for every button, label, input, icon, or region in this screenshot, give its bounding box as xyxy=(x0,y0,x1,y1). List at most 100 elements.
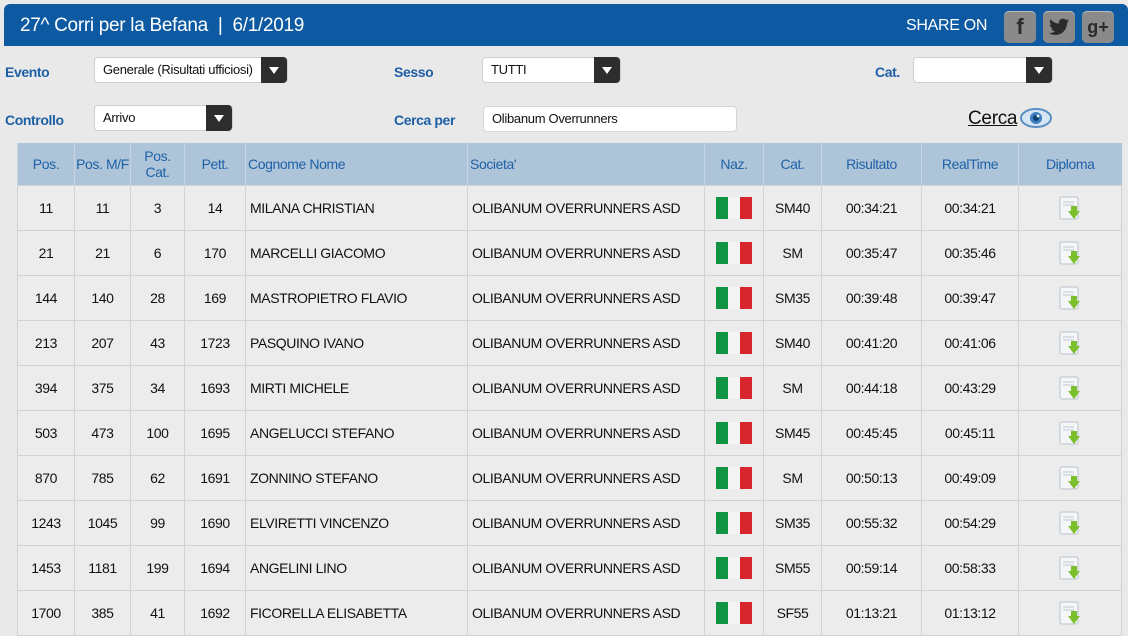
cell-realtime: 00:35:46 xyxy=(921,230,1019,276)
cell-poscat: 62 xyxy=(130,455,185,501)
cell-naz xyxy=(704,545,764,591)
cell-naz xyxy=(704,590,764,636)
cell-societa: OLIBANUM OVERRUNNERS ASD xyxy=(467,185,705,231)
cell-posmf: 21 xyxy=(74,230,131,276)
cell-cat: SM xyxy=(763,230,822,276)
cell-societa: OLIBANUM OVERRUNNERS ASD xyxy=(467,410,705,456)
cell-realtime: 00:54:29 xyxy=(921,500,1019,546)
results-table: Pos. Pos. M/F Pos. Cat. Pett. Cognome No… xyxy=(17,143,1122,636)
download-diploma-icon[interactable] xyxy=(1057,555,1083,581)
cell-pos: 1243 xyxy=(17,500,75,546)
cell-societa: OLIBANUM OVERRUNNERS ASD xyxy=(467,500,705,546)
cell-pett: 1692 xyxy=(184,590,246,636)
cell-diploma xyxy=(1018,365,1122,411)
col-pos-mf[interactable]: Pos. M/F xyxy=(74,143,131,186)
chevron-down-icon[interactable] xyxy=(1026,57,1052,83)
download-diploma-icon[interactable] xyxy=(1057,240,1083,266)
cell-nome: MARCELLI GIACOMO xyxy=(245,230,468,276)
italy-flag-icon xyxy=(716,242,752,264)
italy-flag-icon xyxy=(716,377,752,399)
eye-icon[interactable] xyxy=(1019,105,1053,131)
cell-cat: SM45 xyxy=(763,410,822,456)
italy-flag-icon xyxy=(716,602,752,624)
download-diploma-icon[interactable] xyxy=(1057,285,1083,311)
download-diploma-icon[interactable] xyxy=(1057,465,1083,491)
cell-realtime: 00:58:33 xyxy=(921,545,1019,591)
cell-nome: ZONNINO STEFANO xyxy=(245,455,468,501)
download-diploma-icon[interactable] xyxy=(1057,420,1083,446)
cell-pos: 394 xyxy=(17,365,75,411)
cell-naz xyxy=(704,410,764,456)
table-row: 870 785 62 1691 ZONNINO STEFANO OLIBANUM OVER… xyxy=(17,455,1122,501)
col-risultato[interactable]: Risultato xyxy=(821,143,922,186)
facebook-icon[interactable]: f xyxy=(1004,11,1036,43)
col-pos[interactable]: Pos. xyxy=(17,143,75,186)
cell-risultato: 00:55:32 xyxy=(821,500,922,546)
cell-naz xyxy=(704,500,764,546)
cell-cat: SF55 xyxy=(763,590,822,636)
controllo-select[interactable]: Arrivo xyxy=(94,105,233,131)
googleplus-icon[interactable]: g+ xyxy=(1082,11,1114,43)
cell-risultato: 00:34:21 xyxy=(821,185,922,231)
col-cat[interactable]: Cat. xyxy=(763,143,822,186)
twitter-bird-icon xyxy=(1049,18,1069,35)
cerca-per-label: Cerca per xyxy=(394,112,455,128)
twitter-icon[interactable] xyxy=(1043,11,1075,43)
cell-risultato: 00:50:13 xyxy=(821,455,922,501)
cell-cat: SM xyxy=(763,365,822,411)
cell-nome: MASTROPIETRO FLAVIO xyxy=(245,275,468,321)
table-body: 11 11 3 14 MILANA CHRISTIAN OLIBANUM OVERRUNN… xyxy=(17,185,1122,636)
cerca-per-input[interactable]: Olibanum Overrunners xyxy=(483,106,737,132)
table-row: 11 11 3 14 MILANA CHRISTIAN OLIBANUM OVERRUNN… xyxy=(17,185,1122,231)
cell-societa: OLIBANUM OVERRUNNERS ASD xyxy=(467,275,705,321)
cell-naz xyxy=(704,320,764,366)
page-header: 27^ Corri per la Befana | 6/1/2019 SHARE… xyxy=(4,4,1128,46)
chevron-down-icon[interactable] xyxy=(594,57,620,83)
cell-societa: OLIBANUM OVERRUNNERS ASD xyxy=(467,545,705,591)
cell-posmf: 785 xyxy=(74,455,131,501)
sesso-select[interactable]: TUTTI xyxy=(482,57,621,83)
cell-societa: OLIBANUM OVERRUNNERS ASD xyxy=(467,455,705,501)
table-header: Pos. Pos. M/F Pos. Cat. Pett. Cognome No… xyxy=(17,143,1122,186)
cell-poscat: 28 xyxy=(130,275,185,321)
cell-posmf: 1045 xyxy=(74,500,131,546)
cell-diploma xyxy=(1018,320,1122,366)
download-diploma-icon[interactable] xyxy=(1057,510,1083,536)
cell-poscat: 43 xyxy=(130,320,185,366)
cell-poscat: 41 xyxy=(130,590,185,636)
cell-diploma xyxy=(1018,410,1122,456)
cell-cat: SM40 xyxy=(763,185,822,231)
cell-pos: 1453 xyxy=(17,545,75,591)
cerca-button[interactable]: Cerca xyxy=(968,108,1017,130)
chevron-down-icon[interactable] xyxy=(261,57,287,83)
cell-posmf: 375 xyxy=(74,365,131,411)
cell-nome: MIRTI MICHELE xyxy=(245,365,468,411)
cell-diploma xyxy=(1018,545,1122,591)
cell-poscat: 100 xyxy=(130,410,185,456)
col-societa[interactable]: Societa' xyxy=(467,143,705,186)
table-row: 1700 385 41 1692 FICORELLA ELISABETTA OLIBANU… xyxy=(17,590,1122,636)
cell-nome: ANGELUCCI STEFANO xyxy=(245,410,468,456)
download-diploma-icon[interactable] xyxy=(1057,375,1083,401)
cell-cat: SM35 xyxy=(763,500,822,546)
cell-cat: SM35 xyxy=(763,275,822,321)
download-diploma-icon[interactable] xyxy=(1057,195,1083,221)
download-diploma-icon[interactable] xyxy=(1057,330,1083,356)
table-row: 394 375 34 1693 MIRTI MICHELE OLIBANUM OVERRU… xyxy=(17,365,1122,411)
cell-pett: 1691 xyxy=(184,455,246,501)
cell-cat: SM55 xyxy=(763,545,822,591)
download-diploma-icon[interactable] xyxy=(1057,600,1083,626)
cat-select[interactable] xyxy=(913,57,1053,83)
chevron-down-icon[interactable] xyxy=(206,105,232,131)
evento-select[interactable]: Generale (Risultati ufficiosi) xyxy=(94,57,288,83)
evento-label: Evento xyxy=(5,64,50,80)
cell-diploma xyxy=(1018,230,1122,276)
col-cognome-nome[interactable]: Cognome Nome xyxy=(245,143,468,186)
col-realtime[interactable]: RealTime xyxy=(921,143,1019,186)
cat-label: Cat. xyxy=(875,64,900,80)
col-pett[interactable]: Pett. xyxy=(184,143,246,186)
cell-pett: 1693 xyxy=(184,365,246,411)
cell-realtime: 00:39:47 xyxy=(921,275,1019,321)
col-pos-cat[interactable]: Pos. Cat. xyxy=(130,143,185,186)
col-naz[interactable]: Naz. xyxy=(704,143,764,186)
